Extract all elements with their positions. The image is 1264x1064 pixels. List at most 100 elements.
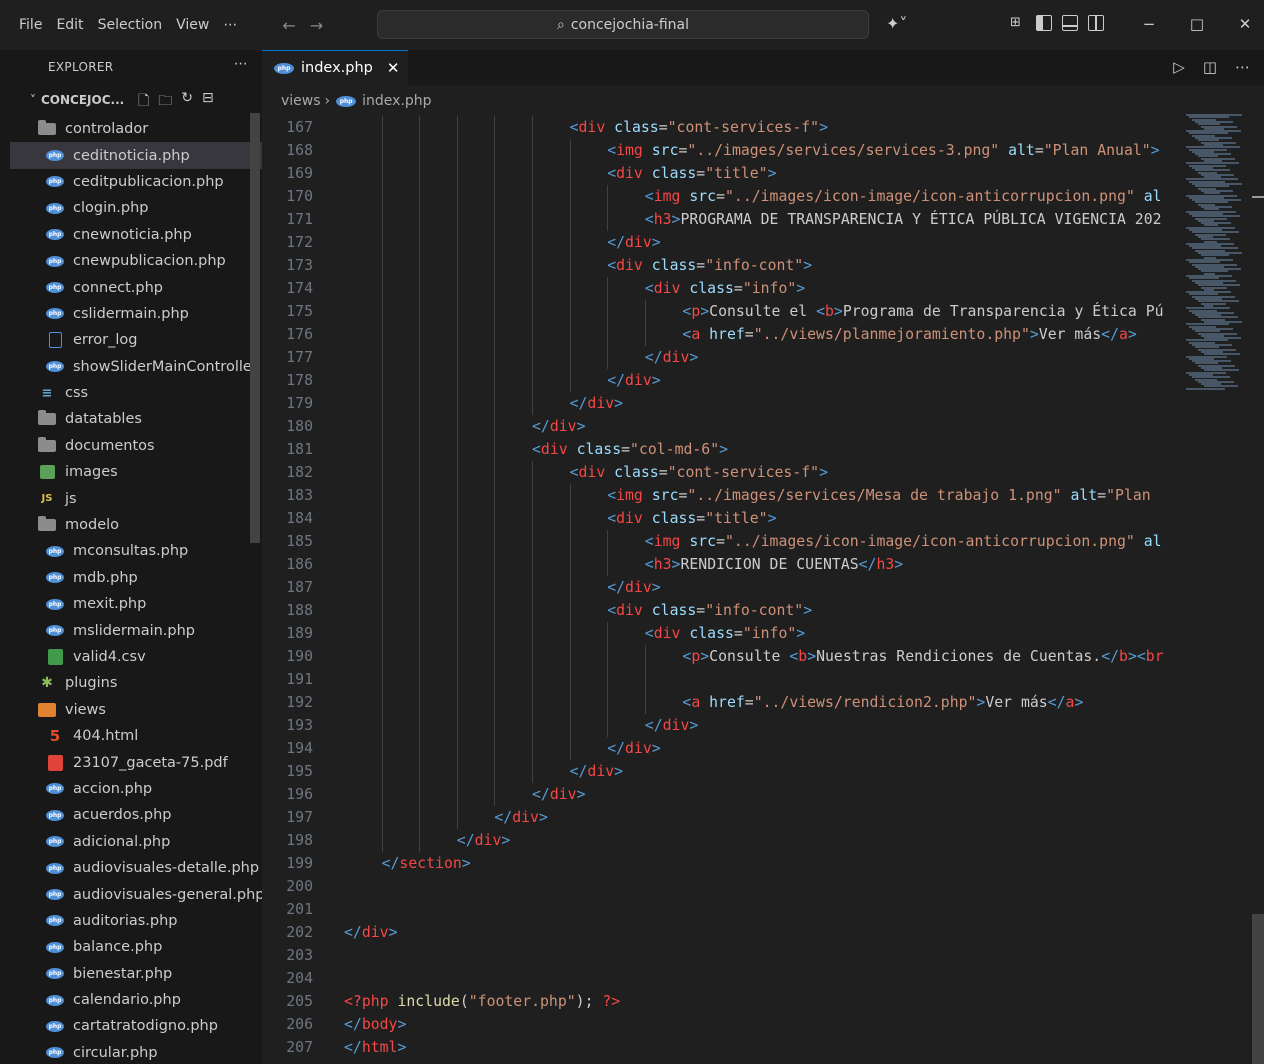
tree-file[interactable]: php audiovisuales-detalle.php [10,855,262,881]
code-line[interactable]: 199 </section> [262,852,1182,875]
tree-file[interactable]: php mexit.php [10,591,262,617]
breadcrumb-file[interactable]: index.php [362,93,431,109]
menu-view[interactable]: View [169,0,216,50]
code-line[interactable]: 196 </div> [262,783,1182,806]
forward-arrow-icon[interactable]: → [310,16,323,35]
code-line[interactable]: 205 <?php include("footer.php"); ?> [262,990,1182,1013]
sidebar-scrollbar[interactable] [250,113,260,543]
code-line[interactable]: 198 </div> [262,829,1182,852]
code-line[interactable]: 171 <h3>PROGRAMA DE TRANSPARENCIA Y ÉTICA… [262,208,1182,231]
command-center-search[interactable]: ⌕ concejochia-final [377,10,869,39]
maximize-button[interactable]: □ [1174,0,1220,50]
tree-file[interactable]: 23107_gaceta-75.pdf [10,749,262,775]
menu-selection[interactable]: Selection [91,0,170,50]
code-line[interactable]: 203 [262,944,1182,967]
tree-file[interactable]: error_log [10,327,262,353]
code-line[interactable]: 188 <div class="info-cont"> [262,599,1182,622]
code-line[interactable]: 204 [262,967,1182,990]
code-line[interactable]: 189 <div class="info"> [262,622,1182,645]
tree-folder[interactable]: documentos [10,433,262,459]
refresh-icon[interactable]: ↻ [181,90,193,114]
tree-file[interactable]: php cnewpublicacion.php [10,248,262,274]
tree-file[interactable]: php showSliderMainControlle... [10,354,262,380]
tree-folder[interactable]: JS js [10,485,262,511]
code-line[interactable]: 179 </div> [262,392,1182,415]
minimize-button[interactable]: − [1126,0,1172,50]
copilot-icon[interactable]: ✦˅ [886,14,907,33]
tree-folder[interactable]: images [10,459,262,485]
run-icon[interactable]: ▷ [1173,58,1185,76]
tree-folder[interactable]: controlador [10,116,262,142]
toggle-secondary-sidebar-icon[interactable] [1088,15,1104,31]
code-line[interactable]: 168 <img src = "../images/services/services… [262,139,1182,162]
code-line[interactable]: 174 <div class="info"> [262,277,1182,300]
tree-file[interactable]: 5 404.html [10,723,262,749]
code-line[interactable]: 177 </div> [262,346,1182,369]
code-editor[interactable]: 167 <div class="cont-services-f"> 168 <img … [262,114,1182,1064]
code-line[interactable]: 197 </div> [262,806,1182,829]
code-line[interactable]: 186 <h3>RENDICION DE CUENTAS</h3> [262,553,1182,576]
breadcrumb-folder[interactable]: views [281,93,321,109]
close-button[interactable]: ✕ [1222,0,1264,50]
tree-file[interactable]: php adicional.php [10,829,262,855]
code-line[interactable]: 200 [262,875,1182,898]
code-line[interactable]: 207 </html> [262,1036,1182,1059]
tab-index-php[interactable]: php index.php ✕ [262,50,408,85]
code-line[interactable]: 180 </div> [262,415,1182,438]
menu-more[interactable]: ⋯ [216,0,244,50]
code-line[interactable]: 178 </div> [262,369,1182,392]
code-line[interactable]: 183 <img src = "../images/services/Mesa de … [262,484,1182,507]
minimap[interactable] [1182,114,1252,394]
tree-file[interactable]: php cartatratodigno.php [10,1013,262,1039]
tree-file[interactable]: valid4.csv [10,644,262,670]
tree-file[interactable]: php clogin.php [10,195,262,221]
code-line[interactable]: 192 <a href="../views/rendicion2.php">Ver… [262,691,1182,714]
tree-file[interactable]: php calendario.php [10,987,262,1013]
code-line[interactable]: 173 <div class="info-cont"> [262,254,1182,277]
code-line[interactable]: 202 </div> [262,921,1182,944]
code-line[interactable]: 187 </div> [262,576,1182,599]
tree-file[interactable]: php mdb.php [10,565,262,591]
tree-folder[interactable]: datatables [10,406,262,432]
code-line[interactable]: 176 <a href="../views/planmejoramiento.ph… [262,323,1182,346]
code-line[interactable]: 182 <div class="cont-services-f"> [262,461,1182,484]
code-line[interactable]: 181 <div class="col-md-6"> [262,438,1182,461]
back-arrow-icon[interactable]: ← [282,16,295,35]
tree-file[interactable]: php bienestar.php [10,961,262,987]
tree-folder[interactable]: views [10,697,262,723]
code-line[interactable]: 185 <img src="../images/icon-image/icon-a… [262,530,1182,553]
customize-layout-icon[interactable]: ⊞ [1010,15,1026,31]
tree-file[interactable]: php connect.php [10,274,262,300]
tree-file[interactable]: php ceditpublicacion.php [10,169,262,195]
collapse-all-icon[interactable]: ⊟ [202,90,214,114]
code-line[interactable]: 206 </body> [262,1013,1182,1036]
close-tab-icon[interactable]: ✕ [387,59,400,77]
code-line[interactable]: 169 <div class="title"> [262,162,1182,185]
more-actions-icon[interactable]: ⋯ [1235,58,1250,76]
code-line[interactable]: 191 [262,668,1182,691]
tree-file[interactable]: php auditorias.php [10,908,262,934]
tree-file[interactable]: php cslidermain.php [10,301,262,327]
menu-edit[interactable]: Edit [49,0,90,50]
tree-file[interactable]: php accion.php [10,776,262,802]
tree-file[interactable]: php acuerdos.php [10,802,262,828]
tree-file[interactable]: php cnewnoticia.php [10,222,262,248]
tree-file[interactable]: php mslidermain.php [10,617,262,643]
code-line[interactable]: 195 </div> [262,760,1182,783]
code-line[interactable]: 184 <div class="title"> [262,507,1182,530]
tree-file[interactable]: php balance.php [10,934,262,960]
code-line[interactable]: 172 </div> [262,231,1182,254]
tree-file[interactable]: php circular.php [10,1040,262,1064]
editor-scrollbar-thumb[interactable] [1252,914,1264,1064]
code-line[interactable]: 167 <div class="cont-services-f"> [262,116,1182,139]
code-line[interactable]: 193 </div> [262,714,1182,737]
new-folder-icon[interactable]: 🗀 [158,90,172,114]
tree-file[interactable]: php mconsultas.php [10,538,262,564]
toggle-panel-icon[interactable] [1062,15,1078,31]
explorer-more-button[interactable]: ⋯ [234,56,248,72]
tree-file[interactable]: php ceditnoticia.php [10,142,262,169]
tree-folder[interactable]: modelo [10,512,262,538]
code-line[interactable]: 170 <img src="../images/icon-image/icon-a… [262,185,1182,208]
menu-file[interactable]: File [12,0,49,50]
new-file-icon[interactable]: 🗋 [138,90,149,114]
